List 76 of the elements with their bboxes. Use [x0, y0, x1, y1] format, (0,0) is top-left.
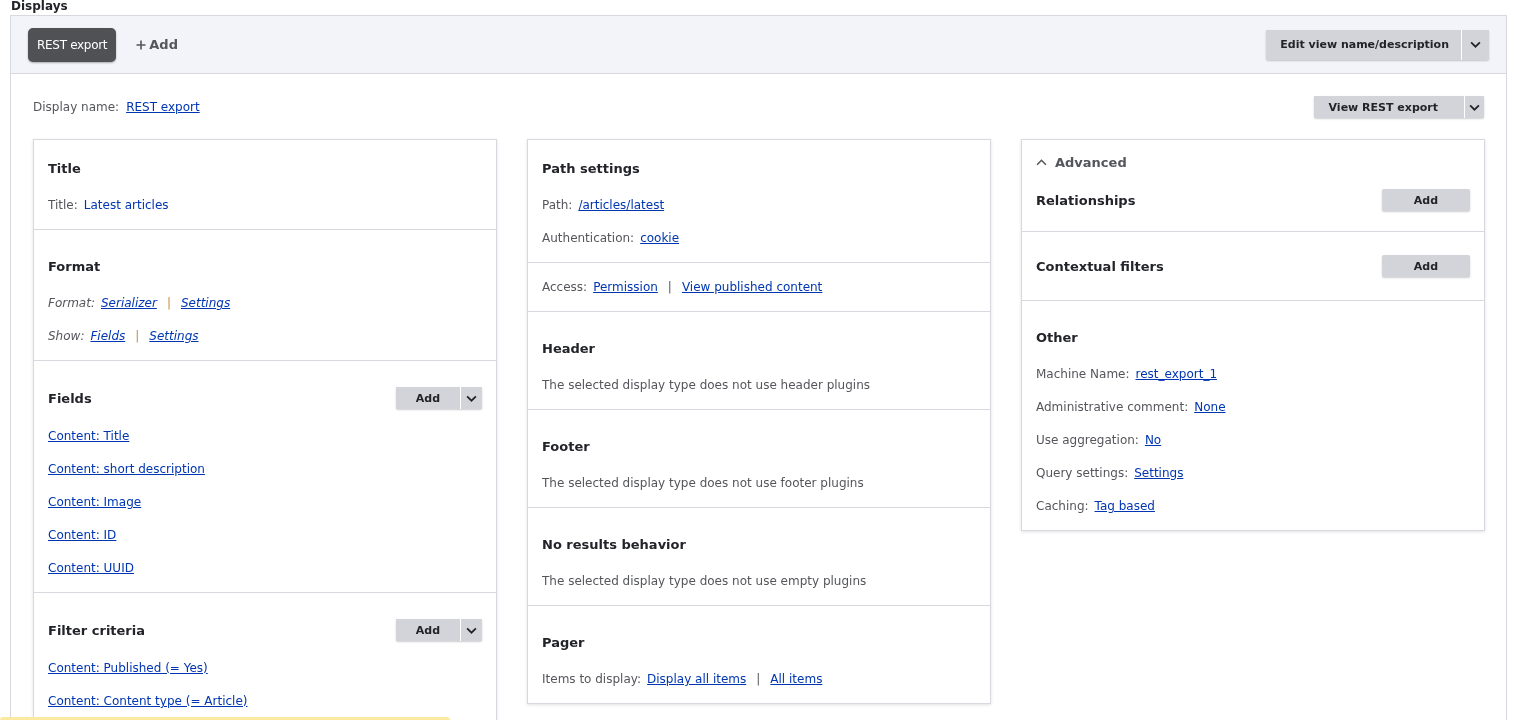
item-link[interactable]: Content: ID — [48, 528, 117, 542]
dropdown-toggle[interactable] — [460, 619, 482, 641]
section-heading: Displays — [11, 0, 68, 13]
section-title: Title — [48, 160, 81, 176]
setting-label: Path: — [542, 198, 573, 212]
add-display-button[interactable]: Add — [136, 37, 178, 52]
link-separator: | — [756, 672, 761, 686]
setting-link[interactable]: cookie — [640, 231, 680, 245]
section-title: Pager — [542, 634, 585, 650]
item-link[interactable]: Content: short description — [48, 462, 205, 476]
setting-link[interactable]: All items — [770, 672, 823, 686]
setting-value-link[interactable]: Latest articles — [83, 198, 169, 212]
setting-label: Show: — [48, 329, 85, 343]
item-link[interactable]: Content: Title — [48, 429, 130, 443]
setting-label: Format: — [48, 296, 95, 310]
section-title: Filter criteria — [48, 622, 145, 638]
setting-link[interactable]: Permission — [593, 280, 658, 294]
section-title: Relationships — [1036, 192, 1136, 208]
setting-link[interactable]: Settings — [1134, 466, 1184, 480]
setting-label: Authentication: — [542, 231, 635, 245]
add-button[interactable]: Add — [396, 619, 460, 641]
display-name-label: Display name: — [33, 100, 120, 114]
setting-label: Machine Name: — [1036, 367, 1130, 381]
setting-link[interactable]: Settings — [180, 296, 231, 310]
add-button[interactable]: Add — [396, 387, 460, 409]
section-title: No results behavior — [542, 536, 686, 552]
dropdown-toggle[interactable] — [460, 387, 482, 409]
setting-link[interactable]: /articles/latest — [578, 198, 665, 212]
setting-link[interactable]: rest_export_1 — [1135, 367, 1217, 381]
item-link[interactable]: Content: UUID — [48, 561, 134, 575]
chevron-down-icon — [466, 626, 477, 634]
edit-view-button[interactable]: Edit view name/description — [1266, 29, 1461, 60]
display-name-link[interactable]: REST export — [126, 100, 200, 114]
info-text: The selected display type does not use empty plugins — [542, 574, 867, 588]
link-separator: | — [667, 280, 672, 294]
advanced-toggle[interactable]: Advanced — [1036, 153, 1127, 171]
setting-link[interactable]: Settings — [149, 329, 199, 343]
section-title: Fields — [48, 390, 92, 406]
setting-link[interactable]: Display all items — [647, 672, 747, 686]
section-title: Footer — [542, 438, 590, 454]
setting-label: Access: — [542, 280, 588, 294]
setting-link[interactable]: Serializer — [100, 296, 157, 310]
setting-label: Items to display: — [542, 672, 642, 686]
setting-link[interactable]: No — [1144, 433, 1162, 447]
link-separator: | — [166, 296, 171, 310]
dropdown-toggle[interactable] — [1464, 96, 1484, 118]
info-text: The selected display type does not use footer plugins — [542, 476, 864, 490]
setting-link[interactable]: Tag based — [1094, 499, 1155, 513]
setting-link[interactable]: Fields — [90, 329, 126, 343]
display-tab[interactable]: REST export — [28, 27, 117, 62]
setting-label: Administrative comment: — [1036, 400, 1189, 414]
plus-icon — [136, 39, 147, 50]
item-link[interactable]: Content: Published (= Yes) — [48, 661, 208, 675]
section-title: Other — [1036, 329, 1078, 345]
item-link[interactable]: Content: Content type (= Article) — [48, 694, 248, 708]
setting-label: Caching: — [1036, 499, 1089, 513]
add-button[interactable]: Add — [1382, 189, 1470, 211]
setting-label: Title: — [48, 198, 78, 212]
chevron-down-icon — [1469, 103, 1480, 111]
section-title: Path settings — [542, 160, 640, 176]
dropdown-toggle[interactable] — [1461, 29, 1489, 60]
add-button[interactable]: Add — [1382, 255, 1470, 277]
setting-link[interactable]: View published content — [681, 280, 823, 294]
info-text: The selected display type does not use header plugins — [542, 378, 871, 392]
view-export-button[interactable]: View REST export — [1313, 96, 1464, 118]
chevron-down-icon — [1470, 41, 1481, 48]
section-title: Header — [542, 340, 595, 356]
setting-label: Use aggregation: — [1036, 433, 1139, 447]
chevron-up-icon — [1036, 158, 1047, 166]
setting-label: Query settings: — [1036, 466, 1129, 480]
link-separator: | — [135, 329, 140, 343]
section-title: Contextual filters — [1036, 258, 1164, 274]
section-title: Format — [48, 258, 101, 274]
item-link[interactable]: Content: Image — [48, 495, 142, 509]
setting-link[interactable]: None — [1194, 400, 1226, 414]
chevron-down-icon — [466, 394, 477, 402]
